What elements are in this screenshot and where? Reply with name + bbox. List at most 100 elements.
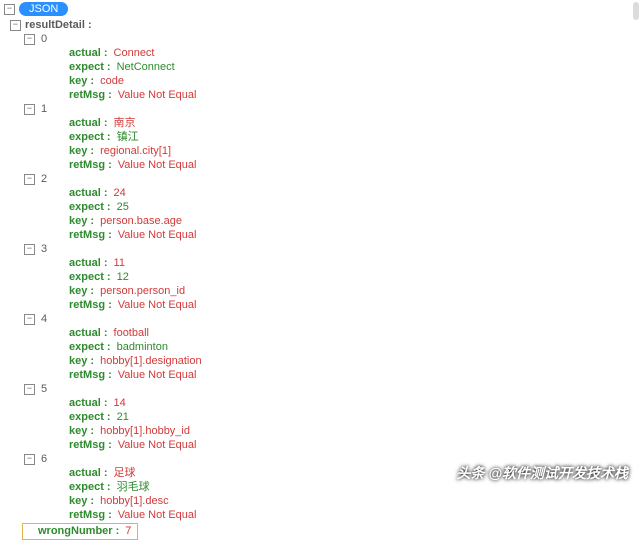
toggle-item[interactable]: − — [24, 174, 35, 185]
item-field: expect : NetConnect — [24, 60, 640, 74]
field-key: expect : — [69, 60, 111, 74]
item-index: 3 — [39, 242, 47, 256]
field-value: 24 — [114, 186, 126, 200]
field-value: Value Not Equal — [118, 368, 197, 382]
wrong-number-row: wrongNumber : 7 — [22, 523, 138, 540]
item-field: retMsg : Value Not Equal — [24, 88, 640, 102]
item-field: key :person.base.age — [24, 214, 640, 228]
field-key: key : — [69, 144, 94, 158]
field-key: actual : — [69, 396, 108, 410]
item-index: 0 — [39, 32, 47, 46]
item-field: retMsg : Value Not Equal — [24, 368, 640, 382]
field-value: code — [100, 74, 124, 88]
item-field: actual : 24 — [24, 186, 640, 200]
field-key: key : — [69, 284, 94, 298]
item-field: expect : badminton — [24, 340, 640, 354]
field-value: 25 — [117, 200, 129, 214]
field-key: key : — [69, 494, 94, 508]
item-index: 2 — [39, 172, 47, 186]
item-field: expect : 25 — [24, 200, 640, 214]
toggle-item[interactable]: − — [24, 244, 35, 255]
item-field: actual :Connect — [24, 46, 640, 60]
field-value: person.base.age — [100, 214, 182, 228]
field-key: key : — [69, 74, 94, 88]
toggle-item[interactable]: − — [24, 384, 35, 395]
field-value: Value Not Equal — [118, 438, 197, 452]
field-key: expect : — [69, 200, 111, 214]
field-value: Value Not Equal — [118, 158, 197, 172]
item-index: 5 — [39, 382, 47, 396]
item-field: key : regional.city[1] — [24, 144, 640, 158]
item-index: 6 — [39, 452, 47, 466]
field-key: actual : — [69, 46, 108, 60]
field-value: 14 — [114, 396, 126, 410]
toggle-item[interactable]: − — [24, 314, 35, 325]
field-value: hobby[1].desc — [100, 494, 169, 508]
item-field: actual : 南京 — [24, 116, 640, 130]
field-key: retMsg : — [69, 228, 112, 242]
item-field: retMsg :Value Not Equal — [24, 298, 640, 312]
item-field: expect : 羽毛球 — [24, 480, 640, 494]
field-key: retMsg : — [69, 368, 112, 382]
field-value: 12 — [117, 270, 129, 284]
field-value: regional.city[1] — [100, 144, 171, 158]
field-key: key : — [69, 424, 94, 438]
toggle-root[interactable]: − — [4, 4, 15, 15]
toggle-item[interactable]: − — [24, 454, 35, 465]
field-value: football — [114, 326, 149, 340]
field-value: Value Not Equal — [118, 88, 197, 102]
field-value: person.person_id — [100, 284, 185, 298]
item-field: key : hobby[1].hobby_id — [24, 424, 640, 438]
field-value: Value Not Equal — [118, 228, 197, 242]
item-field: actual :11 — [24, 256, 640, 270]
field-key: expect : — [69, 130, 111, 144]
toggle-item[interactable]: − — [24, 104, 35, 115]
toggle-item[interactable]: − — [24, 34, 35, 45]
field-key: expect : — [69, 410, 111, 424]
field-value: badminton — [117, 340, 168, 354]
item-field: actual : football — [24, 326, 640, 340]
field-value: 南京 — [114, 116, 136, 130]
field-value: hobby[1].hobby_id — [100, 424, 190, 438]
field-key: actual : — [69, 256, 108, 270]
item-field: key : person.person_id — [24, 284, 640, 298]
item-field: retMsg : Value Not Equal — [24, 438, 640, 452]
item-field: key : hobby[1].designation — [24, 354, 640, 368]
item-index: 4 — [39, 312, 47, 326]
item-field: retMsg : Value Not Equal — [24, 158, 640, 172]
item-field: expect : 12 — [24, 270, 640, 284]
field-key: retMsg : — [69, 88, 112, 102]
item-field: expect : 镇江 — [24, 130, 640, 144]
json-badge: JSON — [19, 2, 68, 16]
field-value: hobby[1].designation — [100, 354, 202, 368]
wrong-number-value: 7 — [125, 525, 131, 538]
field-key: actual : — [69, 466, 108, 480]
field-key: retMsg : — [69, 298, 112, 312]
field-key: actual : — [69, 186, 108, 200]
field-value: 镇江 — [117, 130, 139, 144]
item-field: retMsg : Value Not Equal — [24, 228, 640, 242]
resultdetail-label: resultDetail : — [25, 18, 92, 32]
item-field: expect : 21 — [24, 410, 640, 424]
field-key: retMsg : — [69, 508, 112, 522]
toggle-resultdetail[interactable]: − — [10, 20, 21, 31]
field-key: retMsg : — [69, 158, 112, 172]
field-key: expect : — [69, 480, 111, 494]
field-key: actual : — [69, 326, 108, 340]
field-key: retMsg : — [69, 438, 112, 452]
wrong-number-label: wrongNumber : — [38, 525, 119, 538]
item-field: actual : 14 — [24, 396, 640, 410]
field-key: expect : — [69, 270, 111, 284]
item-field: retMsg : Value Not Equal — [24, 508, 640, 522]
scrollbar-thumb[interactable] — [633, 2, 639, 20]
item-field: key : hobby[1].desc — [24, 494, 640, 508]
field-value: Value Not Equal — [118, 508, 197, 522]
item-field: key : code — [24, 74, 640, 88]
field-value: 羽毛球 — [117, 480, 150, 494]
field-key: actual : — [69, 116, 108, 130]
field-key: expect : — [69, 340, 111, 354]
field-value: 21 — [117, 410, 129, 424]
field-value: NetConnect — [117, 60, 175, 74]
field-value: 足球 — [114, 466, 136, 480]
field-key: key : — [69, 354, 94, 368]
